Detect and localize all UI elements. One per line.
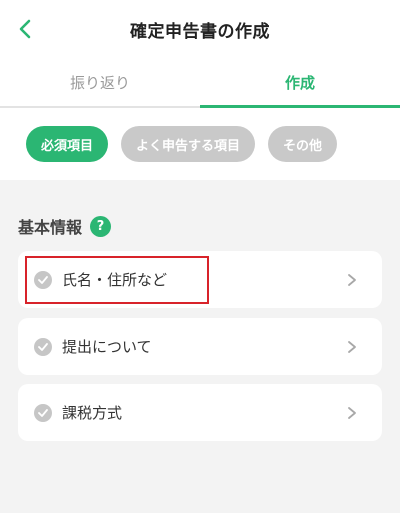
tab-bar: 振り返り 作成	[0, 58, 400, 108]
item-submission[interactable]: 提出について	[18, 318, 382, 375]
back-button[interactable]	[8, 12, 42, 46]
screen: 確定申告書の作成 振り返り 作成 必須項目 よく申告する項目 その他 基本情報 …	[0, 0, 400, 513]
chip-required-items[interactable]: 必須項目	[26, 126, 109, 162]
chevron-left-icon	[19, 19, 31, 39]
filter-chips: 必須項目 よく申告する項目 その他	[0, 108, 400, 180]
check-circle-icon	[34, 337, 52, 356]
item-label: 提出について	[62, 338, 152, 356]
section-header: 基本情報 ?	[18, 214, 112, 238]
item-label: 課税方式	[62, 404, 123, 422]
chevron-right-icon	[342, 403, 362, 423]
chevron-right-icon	[342, 337, 362, 357]
chip-other[interactable]: その他	[268, 126, 338, 162]
item-tax-method[interactable]: 課税方式	[18, 384, 382, 441]
page-title: 確定申告書の作成	[130, 21, 270, 42]
content-area: 基本情報 ? 氏名・住所など 提出について 課税方式	[0, 180, 400, 513]
header: 確定申告書の作成	[0, 0, 400, 58]
section-title: 基本情報	[18, 218, 83, 237]
item-label: 氏名・住所など	[62, 271, 168, 289]
help-icon[interactable]: ?	[90, 215, 112, 237]
tab-review[interactable]: 振り返り	[0, 58, 200, 106]
check-circle-icon	[34, 403, 52, 422]
chip-common-items[interactable]: よく申告する項目	[121, 126, 256, 162]
check-circle-icon	[34, 270, 52, 289]
item-name-address[interactable]: 氏名・住所など	[18, 251, 382, 308]
tab-create[interactable]: 作成	[200, 58, 400, 108]
chevron-right-icon	[342, 270, 362, 290]
